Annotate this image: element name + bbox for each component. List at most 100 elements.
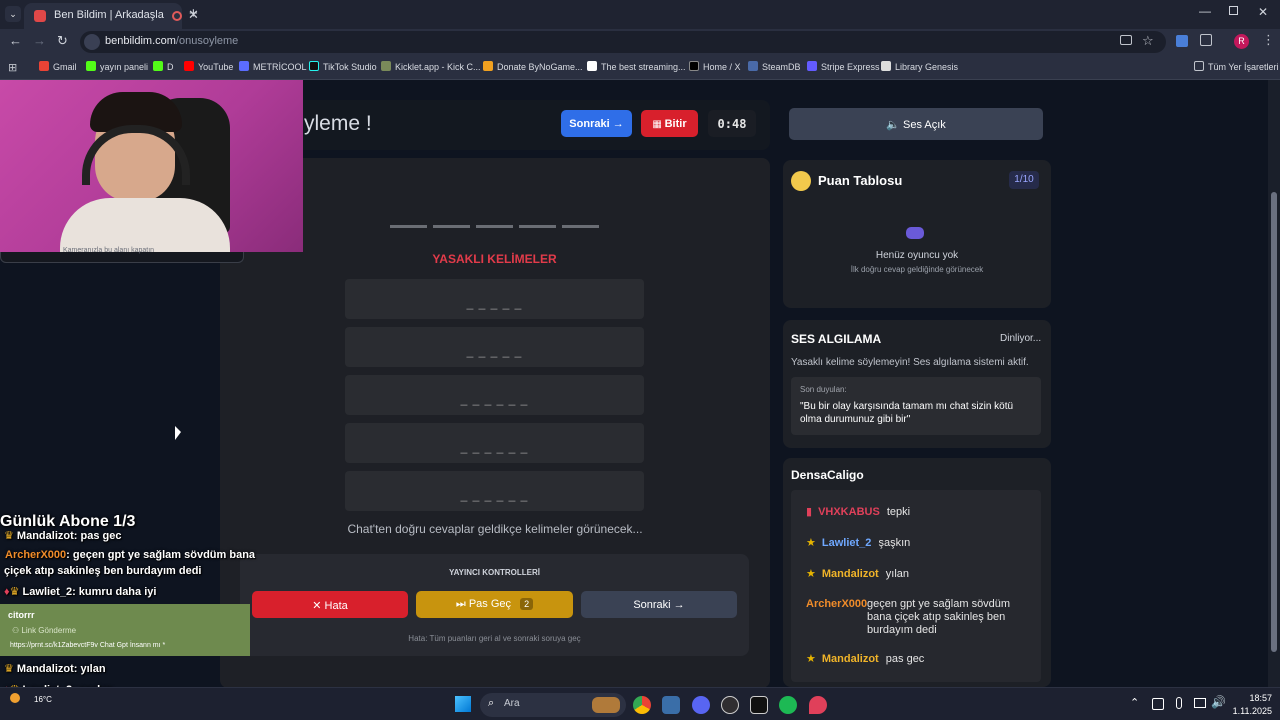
bookmark-streaming[interactable]: The best streaming... xyxy=(587,61,686,72)
finish-button[interactable]: ▦ Bitir xyxy=(641,110,698,137)
translate-icon[interactable] xyxy=(1176,35,1188,47)
bookmark-steamdb[interactable]: SteamDB xyxy=(748,61,801,72)
tab-list-button[interactable]: ⌄ xyxy=(5,6,21,22)
scoreboard-panel: Puan Tablosu 1/10 Henüz oyuncu yok İlk d… xyxy=(783,160,1051,308)
star-icon: ★ xyxy=(806,537,816,549)
address-bar[interactable]: benbildim.com/onusoyleme ☆ xyxy=(80,31,1166,53)
extensions-icon[interactable] xyxy=(1200,34,1212,46)
new-tab-icon[interactable]: + xyxy=(189,5,198,22)
tray-app-icon[interactable] xyxy=(1152,698,1164,710)
feed-title: DensaCaligo xyxy=(791,468,864,482)
folder-icon xyxy=(1194,61,1204,71)
bookmark-gmail[interactable]: Gmail xyxy=(39,61,77,72)
cast-icon[interactable] xyxy=(1120,35,1132,45)
bookmark-tiktok[interactable]: TikTok Studio xyxy=(309,61,377,72)
kick-icon xyxy=(86,61,96,71)
feed-user: VHXKABUS xyxy=(818,506,880,518)
streaming-icon xyxy=(587,61,597,71)
chrome-icon[interactable] xyxy=(633,696,651,714)
feed-msg: tepki xyxy=(886,506,911,518)
bookmark-label: Home / X xyxy=(703,62,741,72)
minimize-icon[interactable]: — xyxy=(1199,4,1211,18)
error-button[interactable]: ✕ Hata xyxy=(252,591,408,618)
controls-next-button[interactable]: Sonraki → xyxy=(581,591,737,618)
link-icon: ⚇ xyxy=(12,626,22,635)
bookmark-yayin-paneli[interactable]: yayın paneli xyxy=(86,61,148,72)
spotify-icon[interactable] xyxy=(779,696,797,714)
link-label-text: Link Gönderme xyxy=(21,626,77,635)
profile-avatar[interactable]: R xyxy=(1234,34,1249,49)
feed-row: ★ Mandalizot yılan xyxy=(806,567,909,580)
stripe-icon xyxy=(807,61,817,71)
capcut-icon[interactable] xyxy=(750,696,768,714)
menu-icon[interactable]: ⋮ xyxy=(1262,32,1275,48)
forbidden-heading: YASAKLI KELİMELER xyxy=(432,252,557,266)
microphone-icon[interactable] xyxy=(1176,697,1182,709)
chat-user: Lawliet_2 xyxy=(22,586,73,598)
x-icon: ✕ xyxy=(312,600,325,612)
bookmark-youtube[interactable]: YouTube xyxy=(184,61,233,72)
gmail-icon xyxy=(39,61,49,71)
apps-icon[interactable]: ⊞ xyxy=(8,61,17,74)
bookmark-stripe[interactable]: Stripe Express xyxy=(807,61,880,72)
pass-button[interactable]: ⏭ Pas Geç 2 xyxy=(416,591,573,618)
star-icon: ★ xyxy=(806,568,816,580)
browser-toolbar: ← → ↻ benbildim.com/onusoyleme ☆ R ⋮ xyxy=(0,29,1280,55)
trophy-icon xyxy=(791,171,811,191)
sound-toggle-button[interactable]: 🔈 Ses Açık xyxy=(789,108,1043,140)
forward-icon[interactable]: → xyxy=(33,33,46,48)
kicklet-icon xyxy=(381,61,391,71)
user-badge-icon: ▮ xyxy=(806,506,813,518)
bookmark-star-icon[interactable]: ☆ xyxy=(1142,33,1154,49)
maps-pin-icon[interactable] xyxy=(809,696,827,714)
network-icon[interactable] xyxy=(1194,698,1206,708)
answer-letter xyxy=(390,225,427,228)
finish-label: Bitir xyxy=(664,118,687,130)
tray-chevron-icon[interactable]: ⌃ xyxy=(1130,696,1139,709)
bookmark-metricool[interactable]: METRİCOOL xyxy=(239,61,307,72)
steamdb-icon xyxy=(748,61,758,71)
all-bookmarks[interactable]: Tüm Yer İşaretleri xyxy=(1194,61,1279,72)
clock-time[interactable]: 18:57 xyxy=(1240,693,1272,703)
chat-hint: Chat'ten doğru cevaplar geldikçe kelimel… xyxy=(347,522,643,536)
feed-user: Mandalizot xyxy=(821,568,879,580)
scrollbar-thumb[interactable] xyxy=(1271,192,1277,652)
restore-icon[interactable] xyxy=(1229,6,1238,15)
bookmark-d[interactable]: D xyxy=(153,61,174,72)
weather-widget[interactable]: 16°C xyxy=(4,691,64,717)
bookmark-kicklet[interactable]: Kicklet.app - Kick C... xyxy=(381,61,481,72)
header-next-button[interactable]: Sonraki → xyxy=(561,110,632,137)
tab-bar: ⌄ Ben Bildim | Arkadaşlarınla ✕ + — ✕ xyxy=(0,0,1280,29)
obs-icon[interactable] xyxy=(721,696,739,714)
site-info-icon[interactable] xyxy=(84,34,100,50)
detect-description: Yasaklı kelime söylemeyin! Ses algılama … xyxy=(791,357,1029,368)
bookmark-libgen[interactable]: Library Genesis xyxy=(881,61,958,72)
pass-count-badge: 2 xyxy=(520,598,534,610)
taskbar-search[interactable]: ⌕ Ara xyxy=(480,693,626,717)
heard-text: "Bu bir olay karşısında tamam mı chat si… xyxy=(800,401,1014,425)
reload-icon[interactable]: ↻ xyxy=(57,33,68,49)
bookmark-x[interactable]: Home / X xyxy=(689,61,741,72)
tab-active[interactable]: Ben Bildim | Arkadaşlarınla ✕ xyxy=(24,3,199,29)
clock-date[interactable]: 1.11.2025 xyxy=(1222,706,1272,716)
game-title: yleme ! xyxy=(304,112,372,135)
start-icon[interactable] xyxy=(455,696,471,712)
forbidden-word-slot: _ _ _ _ _ _ xyxy=(345,375,644,415)
no-players-text: Henüz oyuncu yok xyxy=(875,250,959,261)
tab-title: Ben Bildim | Arkadaşlarınla xyxy=(54,9,164,21)
crown-icon: ♛ xyxy=(9,586,23,598)
page-scrollbar[interactable] xyxy=(1268,80,1280,687)
overlay-chat-line: ArcherX000: geçen gpt ye sağlam sövdüm b… xyxy=(5,549,255,561)
feed-msg: şaşkın xyxy=(878,537,911,549)
recording-icon xyxy=(172,11,182,21)
back-icon[interactable]: ← xyxy=(9,33,22,48)
feed-row: ArcherX000 xyxy=(806,598,867,610)
bookmark-bynogame[interactable]: Donate ByNoGame... xyxy=(483,61,583,72)
discord-icon[interactable] xyxy=(692,696,710,714)
heard-label: Son duyulan: xyxy=(800,385,847,394)
window-close-icon[interactable]: ✕ xyxy=(1258,5,1268,19)
search-icon: ⌕ xyxy=(488,697,495,709)
app-icon[interactable] xyxy=(662,696,680,714)
chat-msg: : pas gec xyxy=(73,530,122,542)
timer: 0:48 xyxy=(708,110,756,137)
